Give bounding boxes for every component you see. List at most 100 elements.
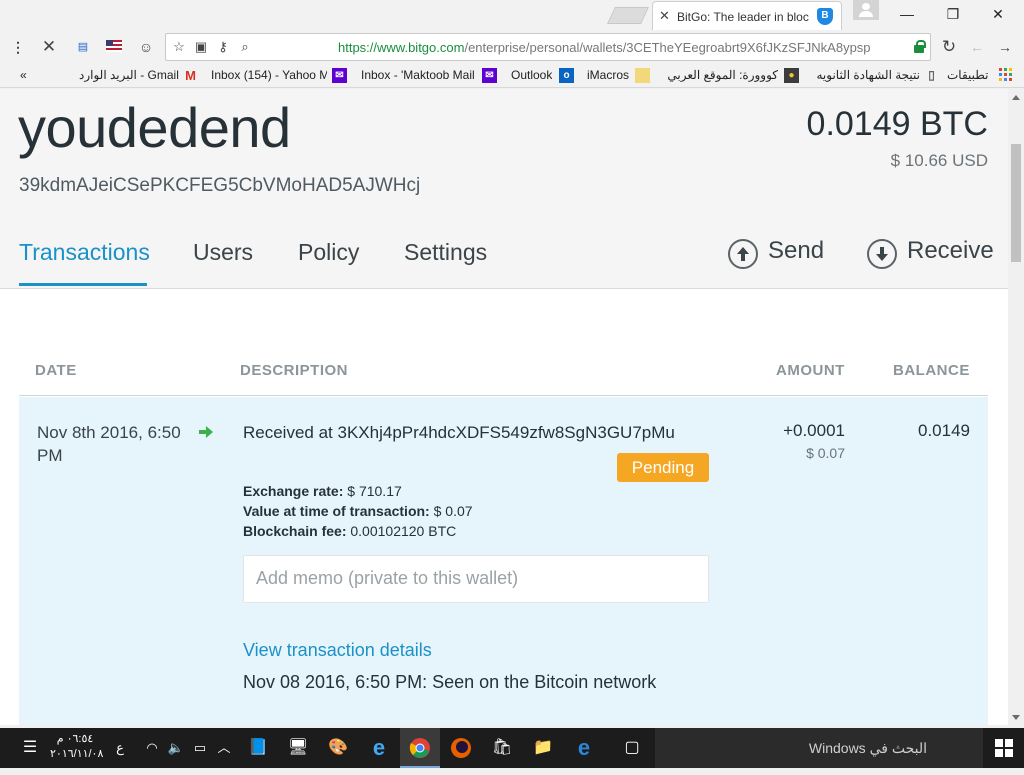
exchange-rate-line: Exchange rate: $ 710.17: [243, 483, 402, 499]
receive-arrow-icon[interactable]: [867, 239, 897, 269]
minimize-button[interactable]: —: [887, 4, 927, 26]
blockchain-fee-line: Blockchain fee: 0.00102120 BTC: [243, 523, 457, 539]
wifi-icon[interactable]: ◠: [138, 728, 166, 768]
page-scrollbar[interactable]: [1008, 89, 1024, 725]
outlook-icon: o: [559, 68, 574, 83]
file-explorer-icon[interactable]: 📁: [523, 728, 563, 768]
tab-transactions[interactable]: Transactions: [19, 239, 150, 266]
app-desktop-icon[interactable]: 🖥: [278, 728, 318, 768]
store-icon[interactable]: 🛍: [482, 728, 522, 768]
scrollbar-thumb[interactable]: [1011, 144, 1021, 262]
chrome-icon[interactable]: [400, 728, 440, 768]
bookmark-maktoob-inbox[interactable]: Inbox - 'Maktoob Mail': [361, 68, 475, 82]
apps-grid-icon: [998, 68, 1013, 83]
address-bar[interactable]: ☆ ▣ ⚷ ⌕ https://www.bitgo.com/enterprise…: [165, 33, 931, 61]
value-at-time-line: Value at time of transaction: $ 0.07: [243, 503, 473, 519]
send-arrow-icon[interactable]: [728, 239, 758, 269]
send-button[interactable]: Send: [768, 237, 824, 265]
internet-explorer-icon[interactable]: e: [359, 728, 399, 768]
status-badge: Pending: [617, 453, 709, 482]
action-center-icon[interactable]: ☰: [10, 728, 50, 768]
input-language[interactable]: ع: [102, 728, 138, 768]
scroll-up-arrow-icon[interactable]: [1012, 95, 1020, 100]
new-tab-button[interactable]: [607, 7, 649, 24]
extension-image-icon[interactable]: ▣: [193, 39, 209, 55]
browser-toolbar: ⋮ ✕ ▤ ☺ ☆ ▣ ⚷ ⌕ https://www.bitgo.com/en…: [0, 30, 1024, 64]
reload-icon[interactable]: ↻: [940, 38, 958, 56]
bookmark-star-icon[interactable]: ☆: [171, 39, 187, 55]
system-clock[interactable]: ٠٦:٥٤ م ٢٠١٦/١١/٠٨: [50, 732, 104, 762]
receive-button[interactable]: Receive: [907, 237, 994, 265]
bookmark-yahoo-inbox[interactable]: Inbox (154) - Yahoo Mail: [211, 68, 327, 82]
forward-icon[interactable]: ←: [968, 38, 986, 56]
tab-users[interactable]: Users: [193, 239, 253, 266]
bitgo-wallet-page: youdedend 39kdmAJeiCSePKCFEG5CbVMoHAD5AJ…: [0, 89, 1008, 725]
edge-icon[interactable]: e: [564, 728, 604, 768]
wallet-balance-btc: 0.0149 BTC: [806, 105, 988, 143]
url-text[interactable]: https://www.bitgo.com/enterprise/persona…: [338, 40, 871, 55]
volume-icon[interactable]: 🔈: [164, 728, 188, 768]
extension-key-icon[interactable]: ⚷: [215, 39, 231, 55]
table-header-divider: [19, 395, 988, 396]
transaction-amount-usd: $ 0.07: [806, 445, 845, 461]
app-notepad-icon[interactable]: 📘: [238, 728, 278, 768]
column-header-balance: BALANCE: [893, 362, 970, 379]
us-flag-icon[interactable]: [105, 38, 123, 56]
windows-taskbar: ☰ ٠٦:٥٤ م ٢٠١٦/١١/٠٨ ع ◠ 🔈 ▭ ︿ 📘 🖥 🎨 e 🛍…: [0, 728, 1024, 768]
page-icon: ▯: [928, 68, 935, 82]
task-view-icon[interactable]: ▢: [612, 728, 652, 768]
tab-close-icon[interactable]: ✕: [659, 8, 670, 24]
column-header-amount: AMOUNT: [776, 362, 845, 379]
transaction-seen-note: Nov 08 2016, 6:50 PM: Seen on the Bitcoi…: [243, 672, 657, 692]
back-icon[interactable]: →: [996, 38, 1014, 56]
tab-policy[interactable]: Policy: [298, 239, 359, 266]
extension-x-icon[interactable]: ✕: [40, 38, 58, 56]
firefox-icon[interactable]: [441, 728, 481, 768]
clock-time: ٠٦:٥٤ م: [56, 733, 94, 745]
column-header-description: DESCRIPTION: [240, 362, 349, 379]
close-window-button[interactable]: ✕: [978, 4, 1018, 26]
battery-icon[interactable]: ▭: [188, 728, 212, 768]
show-hidden-icons-icon[interactable]: ︿: [212, 728, 236, 768]
extension-emoji-icon[interactable]: ☺: [137, 38, 155, 56]
transaction-row[interactable]: Nov 8th 2016, 6:50 PM Received at 3KXhj4…: [19, 397, 988, 725]
wallet-address: 39kdmAJeiCSePKCFEG5CbVMoHAD5AJWHcj: [19, 175, 421, 196]
yahoo-icon: ✉: [332, 68, 347, 83]
browser-tab[interactable]: ✕ BitGo: The leader in blockchain securi…: [652, 1, 842, 30]
transaction-balance: 0.0149: [918, 421, 970, 440]
maximize-button[interactable]: ❐: [933, 4, 973, 26]
incoming-arrow-icon: [199, 425, 213, 443]
clock-date: ٢٠١٦/١١/٠٨: [50, 748, 104, 760]
bookmarks-overflow-button[interactable]: «: [20, 68, 27, 82]
column-header-date[interactable]: DATE: [35, 362, 77, 379]
active-tab-indicator: [19, 283, 147, 286]
bookmark-imacros[interactable]: iMacros: [587, 68, 629, 82]
menu-dots-icon[interactable]: ⋮: [9, 38, 27, 56]
kooora-icon: ●: [784, 68, 799, 83]
extension-5-icon[interactable]: ▤: [74, 38, 92, 56]
scroll-down-arrow-icon[interactable]: [1012, 715, 1020, 720]
search-placeholder: البحث في Windows: [808, 740, 927, 756]
wallet-name: youdedend: [18, 96, 291, 159]
profile-icon[interactable]: [853, 0, 879, 20]
wallet-balance-usd: $ 10.66 USD: [890, 151, 988, 170]
secure-lock-icon[interactable]: [914, 40, 926, 53]
windows-start-icon[interactable]: [984, 728, 1024, 768]
transaction-amount: +0.0001: [783, 421, 845, 440]
view-transaction-details-link[interactable]: View transaction details: [243, 640, 432, 661]
bookmark-outlook[interactable]: Outlook: [511, 68, 552, 82]
gmail-icon: M: [185, 68, 196, 83]
bitgo-favicon-icon: B: [817, 8, 833, 25]
bookmark-apps[interactable]: تطبيقات: [947, 68, 988, 82]
bookmark-gmail[interactable]: البريد الوارد - Gmail: [79, 68, 179, 82]
bookmarks-bar: « البريد الوارد - Gmail M Inbox (154) - …: [0, 64, 1024, 88]
bookmark-kooora[interactable]: كووورة: الموقع العربي: [660, 68, 778, 82]
tab-settings[interactable]: Settings: [404, 239, 487, 266]
transactions-panel: DATE DESCRIPTION AMOUNT BALANCE Nov 8th …: [0, 289, 1008, 725]
app-paint-icon[interactable]: 🎨: [318, 728, 358, 768]
transaction-description: Received at 3KXhj4pPr4hdcXDFS549zfw8SgN3…: [243, 423, 675, 442]
windows-search-box[interactable]: البحث في Windows: [655, 728, 983, 768]
bookmark-thanawya[interactable]: نتيجة الشهادة الثانويه: [810, 68, 920, 82]
memo-input[interactable]: Add memo (private to this wallet): [243, 555, 709, 603]
zoom-icon[interactable]: ⌕: [237, 39, 253, 55]
